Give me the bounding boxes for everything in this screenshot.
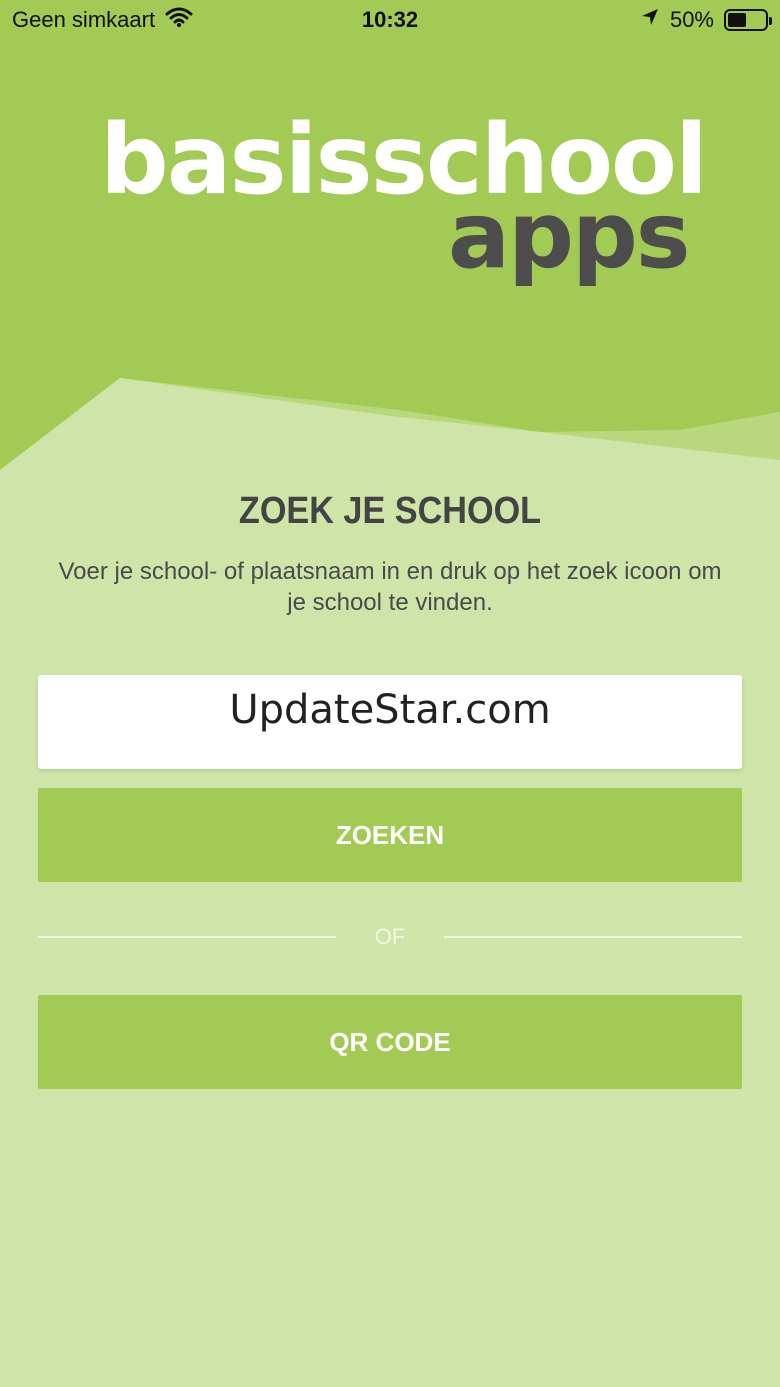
battery-icon	[724, 9, 772, 31]
battery-level	[728, 13, 746, 27]
location-arrow-icon	[640, 7, 660, 33]
search-button[interactable]: ZOEKEN	[38, 788, 742, 882]
divider-line-right	[444, 936, 742, 938]
page-subtitle: Voer je school- of plaatsnaam in en druk…	[58, 558, 722, 616]
qr-code-button[interactable]: QR CODE	[38, 995, 742, 1089]
status-bar: Geen simkaart 10:32 50%	[0, 0, 780, 40]
header-wave-decoration	[0, 378, 780, 480]
logo-apps: apps	[448, 182, 691, 289]
or-divider: OF	[38, 922, 742, 952]
battery-percentage: 50%	[669, 7, 714, 32]
page-title: ZOEK JE SCHOOL	[238, 490, 542, 532]
school-search-input[interactable]	[38, 675, 742, 769]
